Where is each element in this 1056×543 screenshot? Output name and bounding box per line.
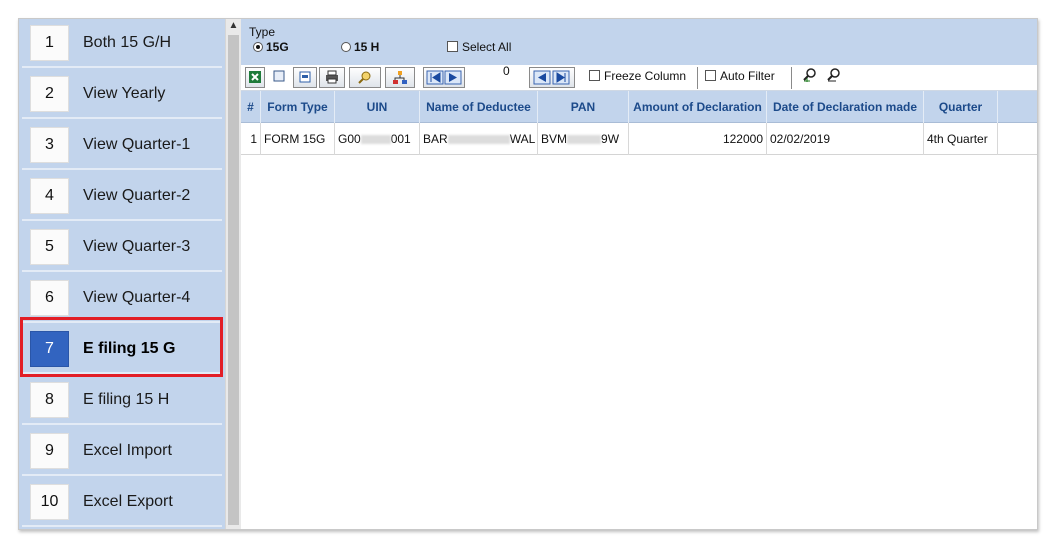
search-icon[interactable] <box>349 67 381 88</box>
radio-unselected-icon[interactable] <box>341 42 351 52</box>
column-header-pan[interactable]: PAN <box>538 91 629 123</box>
radio-15g-label: 15G <box>266 40 289 54</box>
cell-date: 02/02/2019 <box>767 123 924 155</box>
checkbox-icon[interactable] <box>447 41 458 52</box>
sidebar-item-e-filing-15h[interactable]: 8 E filing 15 H <box>22 376 222 425</box>
sidebar-item-number: 9 <box>30 433 69 469</box>
select-all-checkbox[interactable]: Select All <box>447 40 511 54</box>
export-document-icon[interactable] <box>293 67 317 88</box>
checkbox-icon[interactable] <box>589 70 600 81</box>
sidebar-item-number: 10 <box>30 484 69 520</box>
checkbox-icon[interactable] <box>705 70 716 81</box>
cell-index: 1 <box>241 123 261 155</box>
sidebar-item-view-quarter-1[interactable]: 3 View Quarter-1 <box>22 121 222 170</box>
sidebar-item-label: E filing 15 H <box>83 391 170 408</box>
sidebar-item-label: Excel Import <box>83 442 172 459</box>
sidebar-item-view-quarter-2[interactable]: 4 View Quarter-2 <box>22 172 222 221</box>
type-filter-bar: Type 15G 15 H Select All <box>241 19 1037 65</box>
scroll-up-icon[interactable]: ▲ <box>226 19 241 33</box>
print-icon[interactable] <box>319 67 345 88</box>
cell-quarter: 4th Quarter <box>924 123 998 155</box>
sidebar-item-view-quarter-4[interactable]: 6 View Quarter-4 <box>22 274 222 323</box>
column-header-uin[interactable]: UIN <box>335 91 420 123</box>
redacted-text <box>447 135 510 145</box>
active-item-highlight <box>20 317 223 377</box>
grid-toolbar: 0 Freeze Column Auto Filter <box>241 64 1037 91</box>
radio-15g[interactable]: 15G <box>253 40 289 54</box>
sidebar-scrollbar[interactable]: ▲ <box>225 19 241 529</box>
sidebar-item-number: 1 <box>30 25 69 61</box>
column-header-quarter[interactable]: Quarter <box>924 91 998 123</box>
type-label: Type <box>249 25 276 39</box>
sidebar-item-excel-export[interactable]: 10 Excel Export <box>22 478 222 527</box>
select-all-label: Select All <box>462 40 512 54</box>
first-page-icon[interactable] <box>423 67 465 88</box>
sidebar-item-view-quarter-3[interactable]: 5 View Quarter-3 <box>22 223 222 272</box>
auto-filter-label: Auto Filter <box>720 69 775 83</box>
cell-form-type: FORM 15G <box>261 123 335 155</box>
sidebar-item-both-15gh[interactable]: 1 Both 15 G/H <box>22 19 222 68</box>
sidebar-item-label: View Quarter-3 <box>83 238 191 255</box>
grid-header: # Form Type UIN Name of Deductee PAN Amo… <box>241 91 1037 123</box>
column-header-index[interactable]: # <box>241 91 261 123</box>
sidebar-item-label: View Quarter-4 <box>83 289 191 306</box>
pan-suffix: 9W <box>601 132 620 146</box>
sidebar-item-number: 4 <box>30 178 69 214</box>
zoom-in-icon[interactable] <box>801 67 819 88</box>
name-suffix: WAL <box>509 132 536 146</box>
sidebar: 1 Both 15 G/H 2 View Yearly 3 View Quart… <box>19 19 225 529</box>
redacted-text <box>567 135 602 145</box>
sidebar-item-view-yearly[interactable]: 2 View Yearly <box>22 70 222 119</box>
redacted-text <box>360 135 391 145</box>
page-number[interactable]: 0 <box>503 64 510 78</box>
cell-pan: BVM 9W <box>538 123 629 155</box>
cell-uin: G00 001 <box>335 123 420 155</box>
radio-15h-label: 15 H <box>354 40 380 54</box>
radio-selected-icon[interactable] <box>253 42 263 52</box>
pan-prefix: BVM <box>541 132 568 146</box>
column-header-name-of-deductee[interactable]: Name of Deductee <box>420 91 538 123</box>
toolbar-divider <box>791 67 792 89</box>
cell-name-of-deductee: BAR WAL <box>420 123 538 155</box>
export-icon[interactable] <box>269 67 289 88</box>
zoom-out-icon[interactable] <box>825 67 843 88</box>
excel-export-icon[interactable] <box>245 67 265 88</box>
cell-amount: 122000 <box>629 123 767 155</box>
freeze-column-label: Freeze Column <box>604 69 687 83</box>
last-page-icon[interactable] <box>529 67 575 88</box>
content-panel: Type 15G 15 H Select All 0 Freeze Column… <box>241 19 1037 529</box>
toolbar-divider <box>697 67 698 89</box>
sidebar-item-label: View Quarter-1 <box>83 136 191 153</box>
name-prefix: BAR <box>423 132 448 146</box>
sidebar-item-number: 2 <box>30 76 69 112</box>
sidebar-item-label: Both 15 G/H <box>83 34 172 51</box>
table-row[interactable]: 1 FORM 15G G00 001 BAR WAL BVM 9W 122000 02… <box>241 123 1037 155</box>
freeze-column-toggle[interactable]: Freeze Column <box>589 69 686 83</box>
scrollbar-thumb[interactable] <box>228 35 239 525</box>
auto-filter-toggle[interactable]: Auto Filter <box>705 69 775 83</box>
sidebar-item-number: 8 <box>30 382 69 418</box>
column-header-form-type[interactable]: Form Type <box>261 91 335 123</box>
main-window: 1 Both 15 G/H 2 View Yearly 3 View Quart… <box>18 18 1038 530</box>
sidebar-item-number: 6 <box>30 280 69 316</box>
hierarchy-icon[interactable] <box>385 67 415 88</box>
sidebar-item-number: 3 <box>30 127 69 163</box>
uin-prefix: G00 <box>338 132 361 146</box>
sidebar-item-label: View Quarter-2 <box>83 187 191 204</box>
sidebar-item-label: Excel Export <box>83 493 173 510</box>
column-header-date[interactable]: Date of Declaration made <box>767 91 924 123</box>
sidebar-item-excel-import[interactable]: 9 Excel Import <box>22 427 222 476</box>
radio-15h[interactable]: 15 H <box>341 40 379 54</box>
uin-suffix: 001 <box>390 132 411 146</box>
sidebar-item-number: 5 <box>30 229 69 265</box>
column-header-amount[interactable]: Amount of Declaration <box>629 91 767 123</box>
sidebar-item-label: View Yearly <box>83 85 166 102</box>
